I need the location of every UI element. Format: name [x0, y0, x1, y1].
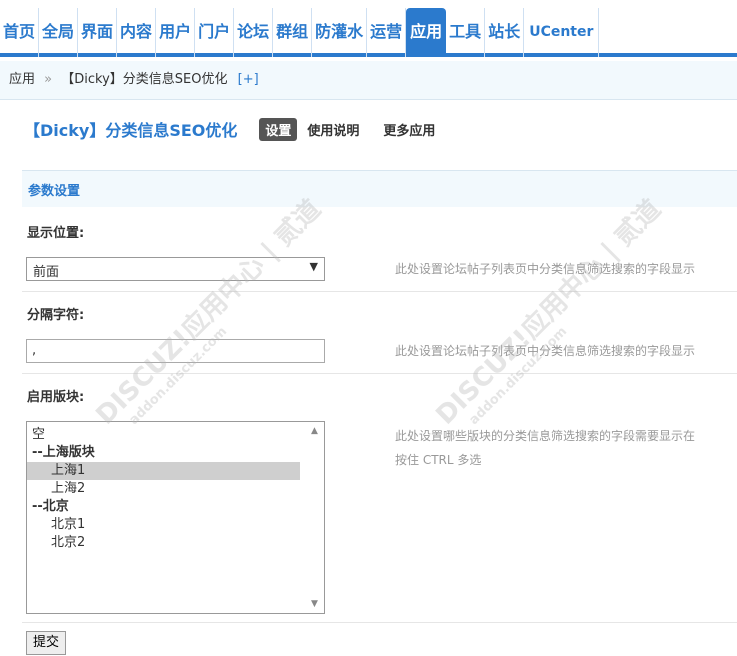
breadcrumb-root[interactable]: 应用: [9, 72, 35, 87]
forum-option[interactable]: 北京1: [27, 516, 324, 534]
watermark: DISCUZ!应用中心 | 贰道 addon.discuz.com: [90, 194, 327, 431]
row-divider: [22, 622, 737, 623]
breadcrumb-current: 【Dicky】分类信息SEO优化: [61, 72, 228, 87]
nav-item[interactable]: 防灌水: [312, 8, 368, 57]
add-shortcut-link[interactable]: [+]: [238, 72, 259, 87]
chevron-down-icon: ▼: [309, 260, 318, 273]
separator-tip: 此处设置论坛帖子列表页中分类信息筛选搜索的字段显示: [395, 344, 696, 358]
submit-button[interactable]: 提交: [26, 631, 67, 655]
nav-item[interactable]: 全局: [39, 8, 79, 57]
tab-usage[interactable]: 使用说明: [301, 118, 365, 141]
forum-option[interactable]: --上海版块: [27, 444, 324, 462]
nav-item[interactable]: UCenter: [524, 8, 600, 57]
nav-item[interactable]: 首页: [0, 8, 40, 57]
row-divider: [22, 291, 737, 292]
forum-option[interactable]: 上海2: [27, 480, 324, 498]
forums-tip: 此处设置哪些版块的分类信息筛选搜索的字段需要显示在: [395, 429, 696, 443]
nav-item[interactable]: 运营: [367, 8, 407, 57]
separator-input[interactable]: ,: [26, 339, 325, 363]
nav-item[interactable]: 工具: [446, 8, 486, 57]
nav-item[interactable]: 界面: [78, 8, 118, 57]
nav-item[interactable]: 门户: [195, 8, 235, 57]
nav-item[interactable]: 应用: [406, 8, 447, 57]
forums-multiselect[interactable]: 空 --上海版块 上海1 上海2 --北京 北京1 北京2 ▲ ▼: [26, 421, 325, 614]
nav-item[interactable]: 用户: [156, 8, 196, 57]
scroll-up-icon[interactable]: ▲: [311, 426, 318, 436]
nav-item[interactable]: 站长: [485, 8, 525, 57]
scrollbar[interactable]: ▲ ▼: [307, 422, 324, 613]
tab-more-apps[interactable]: 更多应用: [377, 118, 441, 141]
nav-item[interactable]: 论坛: [234, 8, 274, 57]
position-label: 显示位置:: [27, 226, 85, 241]
position-tip: 此处设置论坛帖子列表页中分类信息筛选搜索的字段显示: [395, 262, 696, 276]
forum-option[interactable]: 空: [27, 426, 324, 444]
forum-option[interactable]: 北京2: [27, 534, 324, 552]
breadcrumb: 应用 » 【Dicky】分类信息SEO优化 [+]: [0, 61, 737, 100]
nav-item[interactable]: 内容: [117, 8, 157, 57]
top-nav-items: 首页 全局 界面 内容 用户 门户 论坛 群组 防灌水 运营 应用 工具 站长 UCenter: [0, 8, 600, 57]
scroll-down-icon[interactable]: ▼: [311, 599, 318, 609]
plugin-header: 【Dicky】分类信息SEO优化 设置 使用说明 更多应用: [24, 117, 441, 141]
breadcrumb-separator: »: [44, 72, 53, 87]
forum-option[interactable]: --北京: [27, 498, 324, 516]
forums-label: 启用版块:: [27, 390, 85, 405]
row-divider: [22, 373, 737, 374]
top-nav: 首页 全局 界面 内容 用户 门户 论坛 群组 防灌水 运营 应用 工具 站长 UCenter: [0, 0, 737, 57]
tab-settings[interactable]: 设置: [259, 117, 298, 141]
nav-item[interactable]: 群组: [273, 8, 313, 57]
watermark: DISCUZ!应用中心 | 贰道 addon.discuz.com: [430, 194, 667, 431]
forum-option[interactable]: 上海1: [27, 462, 300, 480]
forums-options: 空 --上海版块 上海1 上海2 --北京 北京1 北京2: [27, 422, 324, 552]
position-select[interactable]: 前面 ▼: [26, 257, 325, 281]
position-select-value: 前面: [33, 265, 60, 280]
section-header: 参数设置: [22, 170, 737, 207]
separator-label: 分隔字符:: [27, 308, 85, 323]
forums-tip-multi: 按住 CTRL 多选: [395, 453, 482, 467]
plugin-title: 【Dicky】分类信息SEO优化: [24, 121, 238, 140]
